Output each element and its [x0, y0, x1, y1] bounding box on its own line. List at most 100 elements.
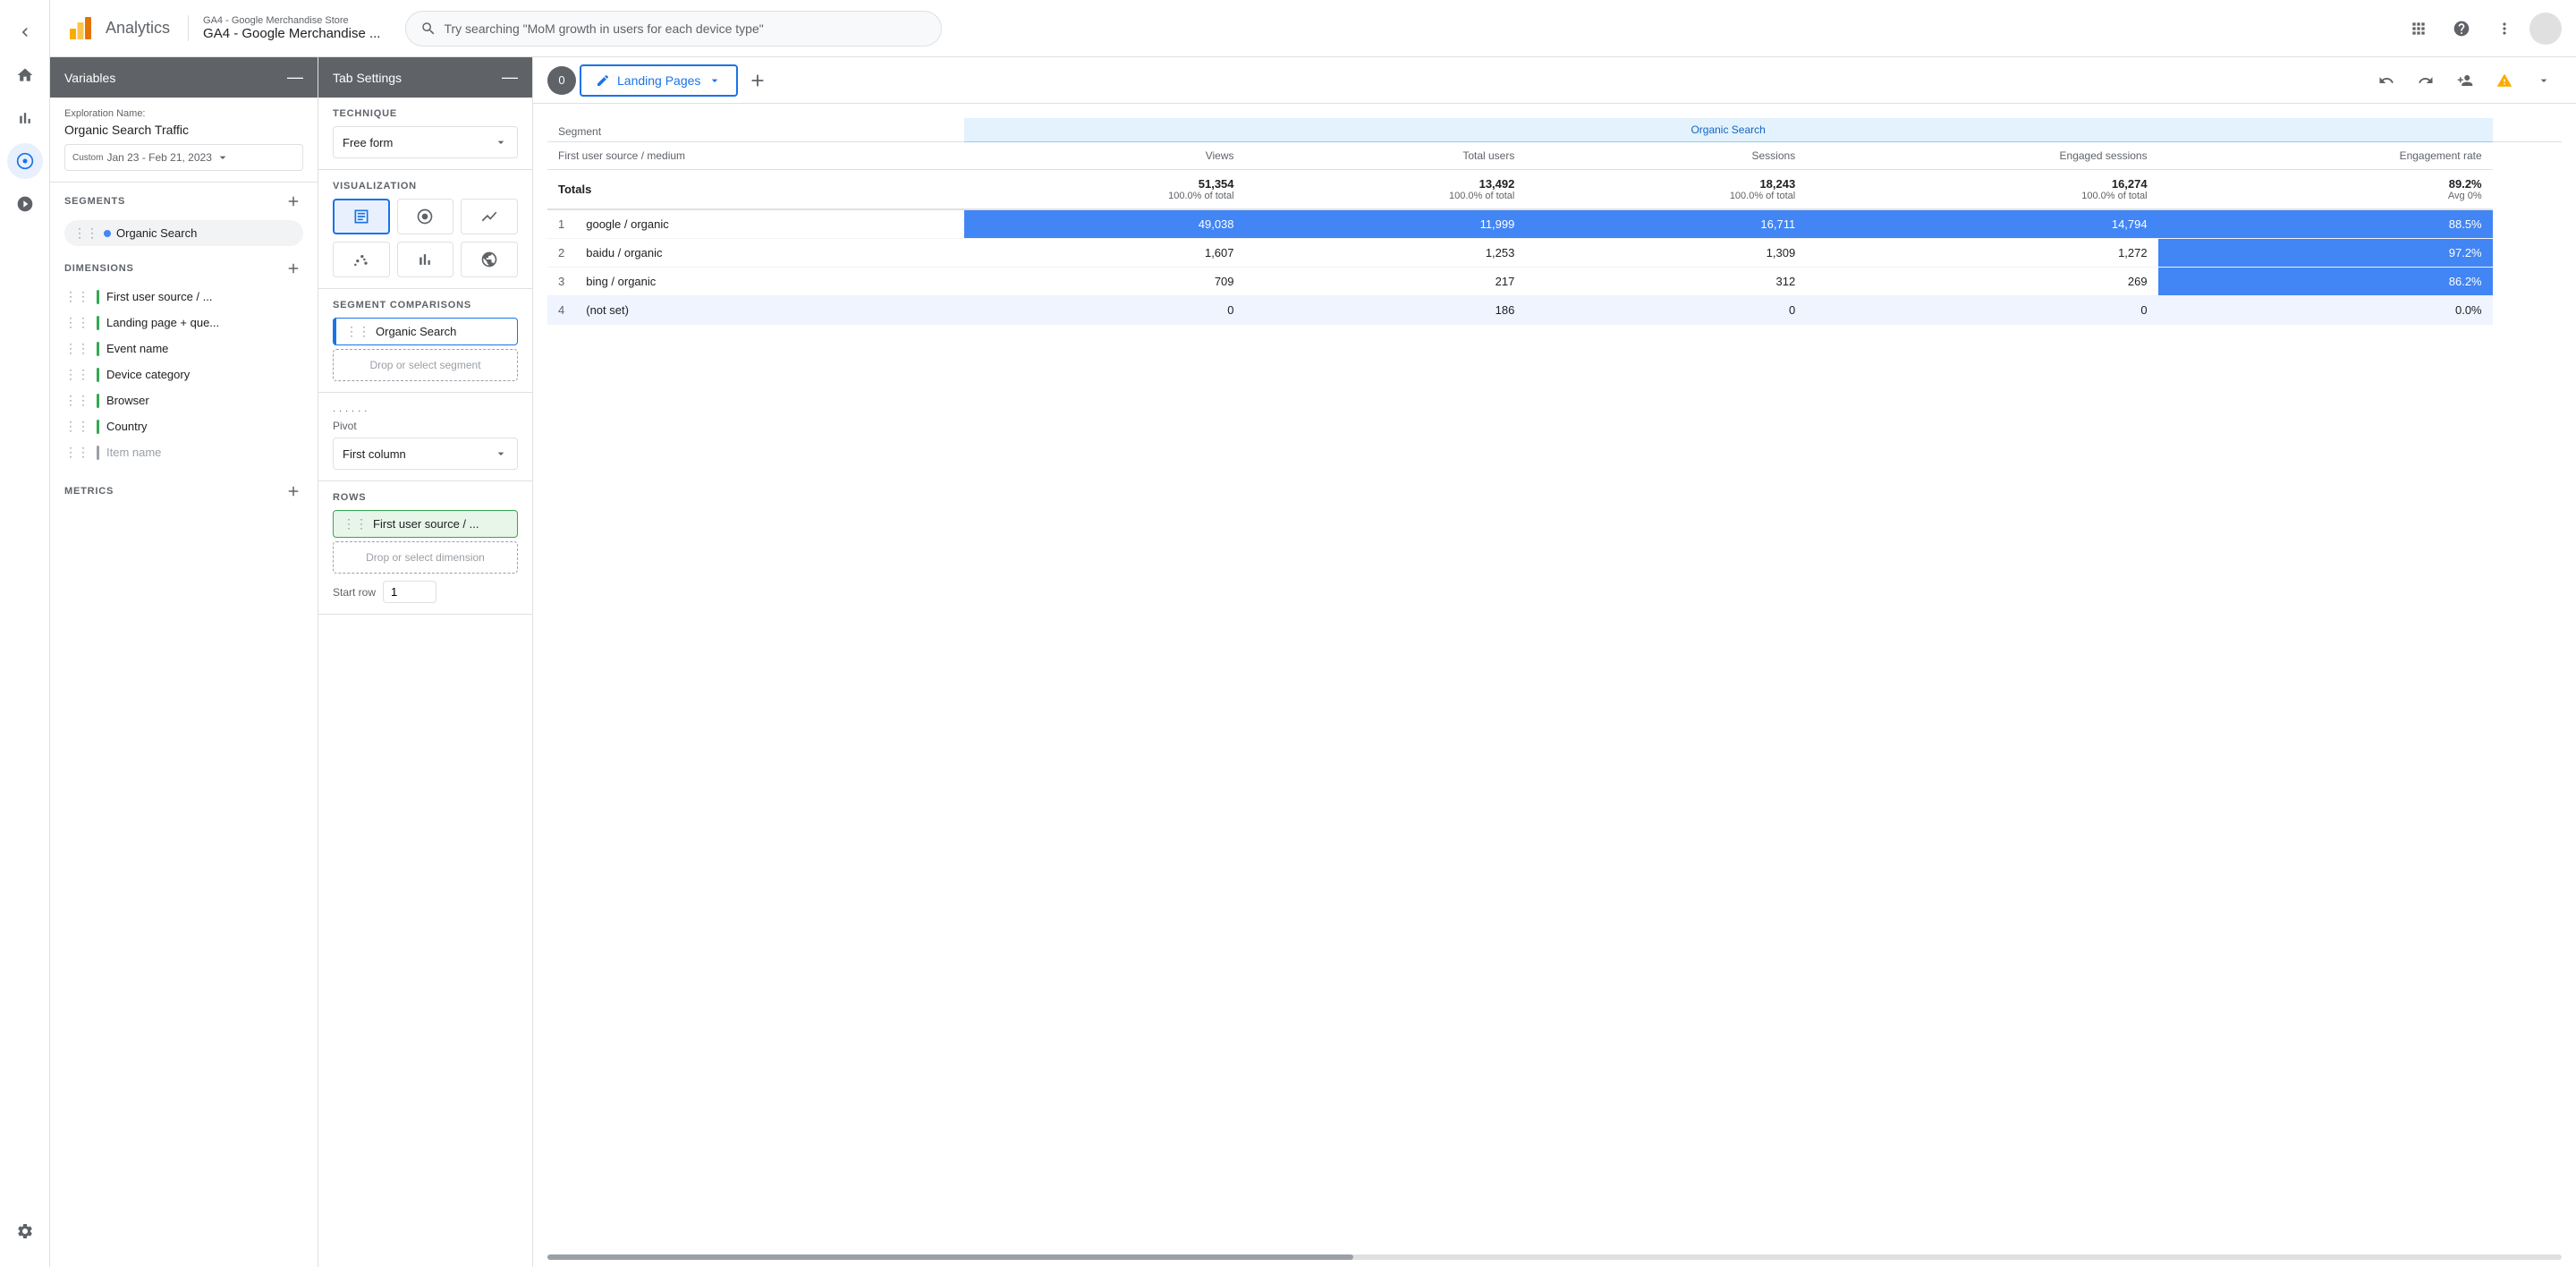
drag-icon: ⋮⋮ [73, 225, 98, 241]
dim-device-category[interactable]: ⋮⋮ Device category [50, 361, 318, 387]
pivot-label: Pivot [333, 420, 518, 432]
segment-comparisons-section: SEGMENT COMPARISONS ⋮⋮ Organic Search Dr… [318, 289, 532, 393]
segment-color-dot [104, 230, 111, 237]
left-nav [0, 0, 50, 1267]
rows-section: ROWS ⋮⋮ First user source / ... Drop or … [318, 481, 532, 615]
technique-dropdown[interactable]: Free form [333, 126, 518, 158]
tab-settings-collapse-btn[interactable]: — [502, 68, 518, 87]
row-first-user-source[interactable]: ⋮⋮ First user source / ... [333, 510, 518, 538]
exploration-name-value: Organic Search Traffic [64, 123, 303, 137]
row-total-users: 11,999 [1245, 209, 1526, 239]
totals-engaged-sessions: 16,274 100.0% of total [1806, 170, 2157, 210]
nav-explore[interactable] [7, 143, 43, 179]
dim-country[interactable]: ⋮⋮ Country [50, 413, 318, 439]
row-engagement-rate: 97.2% [2158, 239, 2493, 268]
viz-geo-btn[interactable] [461, 242, 518, 277]
help-button[interactable] [2444, 11, 2479, 47]
nav-home[interactable] [7, 57, 43, 93]
user-avatar[interactable] [2529, 13, 2562, 45]
viz-scatter-btn[interactable] [333, 242, 390, 277]
property-main: GA4 - Google Merchandise ... [203, 26, 380, 41]
segment-header-label: Segment [558, 125, 601, 138]
dim-label: Browser [106, 394, 303, 407]
variables-collapse-btn[interactable]: — [287, 68, 303, 87]
start-row-label: Start row [333, 586, 376, 599]
report-table-wrapper[interactable]: Segment Organic Search First user source… [533, 104, 2576, 1251]
analytics-title: Analytics [106, 19, 170, 38]
drop-dimension-zone[interactable]: Drop or select dimension [333, 541, 518, 574]
chevron-down-icon [708, 73, 722, 88]
add-segment-btn[interactable] [284, 191, 303, 211]
tab-actions [2368, 63, 2562, 98]
row-num: 4 [558, 303, 564, 317]
viz-line-btn[interactable] [461, 199, 518, 234]
dimensions-title: DIMENSIONS [64, 263, 134, 274]
drag-icon: ⋮⋮ [64, 315, 89, 330]
exploration-name-label: Exploration Name: [64, 108, 303, 119]
dim-active-bar [97, 420, 99, 434]
add-tab-btn[interactable] [741, 64, 774, 97]
drop-segment-zone[interactable]: Drop or select segment [333, 349, 518, 381]
top-header: Analytics GA4 - Google Merchandise Store… [50, 0, 2576, 57]
dim-browser[interactable]: ⋮⋮ Browser [50, 387, 318, 413]
variables-title: Variables [64, 71, 115, 85]
drag-icon: ⋮⋮ [64, 445, 89, 460]
viz-donut-btn[interactable] [397, 199, 454, 234]
nav-reports[interactable] [7, 100, 43, 136]
dim-active-bar [97, 316, 99, 330]
more-button[interactable] [2487, 11, 2522, 47]
header-actions [2401, 11, 2562, 47]
viz-table-btn[interactable] [333, 199, 390, 234]
apps-button[interactable] [2401, 11, 2436, 47]
row-dimension: (not set) [586, 303, 629, 317]
technique-label: TECHNIQUE [333, 108, 518, 119]
pivot-sublabel: ...... [333, 404, 518, 414]
visualization-label: VISUALIZATION [333, 181, 518, 191]
date-selector[interactable]: Custom Jan 23 - Feb 21, 2023 [64, 144, 303, 171]
exploration-name-section: Exploration Name: Organic Search Traffic… [50, 98, 318, 183]
segment-chip-organic[interactable]: ⋮⋮ Organic Search [64, 220, 303, 246]
chevron-down-icon [216, 150, 230, 165]
tab-settings-panel: Tab Settings — TECHNIQUE Free form VISUA… [318, 57, 533, 1267]
dim-active-bar [97, 342, 99, 356]
tab-settings-header: Tab Settings — [318, 57, 532, 98]
pivot-value: First column [343, 447, 406, 461]
dim-first-user-source[interactable]: ⋮⋮ First user source / ... [50, 284, 318, 310]
dim-landing-page[interactable]: ⋮⋮ Landing page + que... [50, 310, 318, 336]
row-total-users: 1,253 [1245, 239, 1526, 268]
add-metric-btn[interactable] [284, 481, 303, 501]
nav-settings[interactable] [7, 1210, 43, 1253]
row-num: 3 [558, 275, 564, 288]
start-row-input[interactable] [383, 581, 436, 603]
dim-event-name[interactable]: ⋮⋮ Event name [50, 336, 318, 361]
dim-label: Item name [106, 446, 303, 459]
segments-title: SEGMENTS [64, 196, 125, 207]
rows-label: ROWS [333, 492, 518, 503]
start-row-row: Start row [333, 581, 518, 603]
add-dimension-btn[interactable] [284, 259, 303, 278]
viz-bar-btn[interactable] [397, 242, 454, 277]
drag-icon: ⋮⋮ [64, 341, 89, 356]
horizontal-scroll-indicator[interactable] [547, 1254, 2562, 1260]
row-total-users: 186 [1245, 296, 1526, 325]
landing-pages-tab[interactable]: Landing Pages [580, 64, 738, 97]
dim-label: First user source / ... [106, 290, 303, 303]
col-views: Views [964, 142, 1245, 170]
add-collaborator-btn[interactable] [2447, 63, 2483, 98]
segment-comparison-organic[interactable]: ⋮⋮ Organic Search [333, 318, 518, 345]
table-row: 4 (not set) 0 186 0 0 0.0% [547, 296, 2562, 325]
nav-back[interactable] [7, 14, 43, 50]
row-engaged-sessions: 1,272 [1806, 239, 2157, 268]
pivot-dropdown[interactable]: First column [333, 438, 518, 470]
col-sessions: Sessions [1525, 142, 1806, 170]
redo-btn[interactable] [2408, 63, 2444, 98]
nav-advertising[interactable] [7, 186, 43, 222]
search-bar[interactable]: Try searching "MoM growth in users for e… [405, 11, 942, 47]
dim-item-name[interactable]: ⋮⋮ Item name [50, 439, 318, 465]
warning-btn[interactable] [2487, 63, 2522, 98]
warning-dropdown-btn[interactable] [2526, 63, 2562, 98]
search-placeholder: Try searching "MoM growth in users for e… [444, 21, 763, 36]
workspace: Variables — Exploration Name: Organic Se… [50, 57, 2576, 1267]
dim-active-bar [97, 446, 99, 460]
undo-btn[interactable] [2368, 63, 2404, 98]
